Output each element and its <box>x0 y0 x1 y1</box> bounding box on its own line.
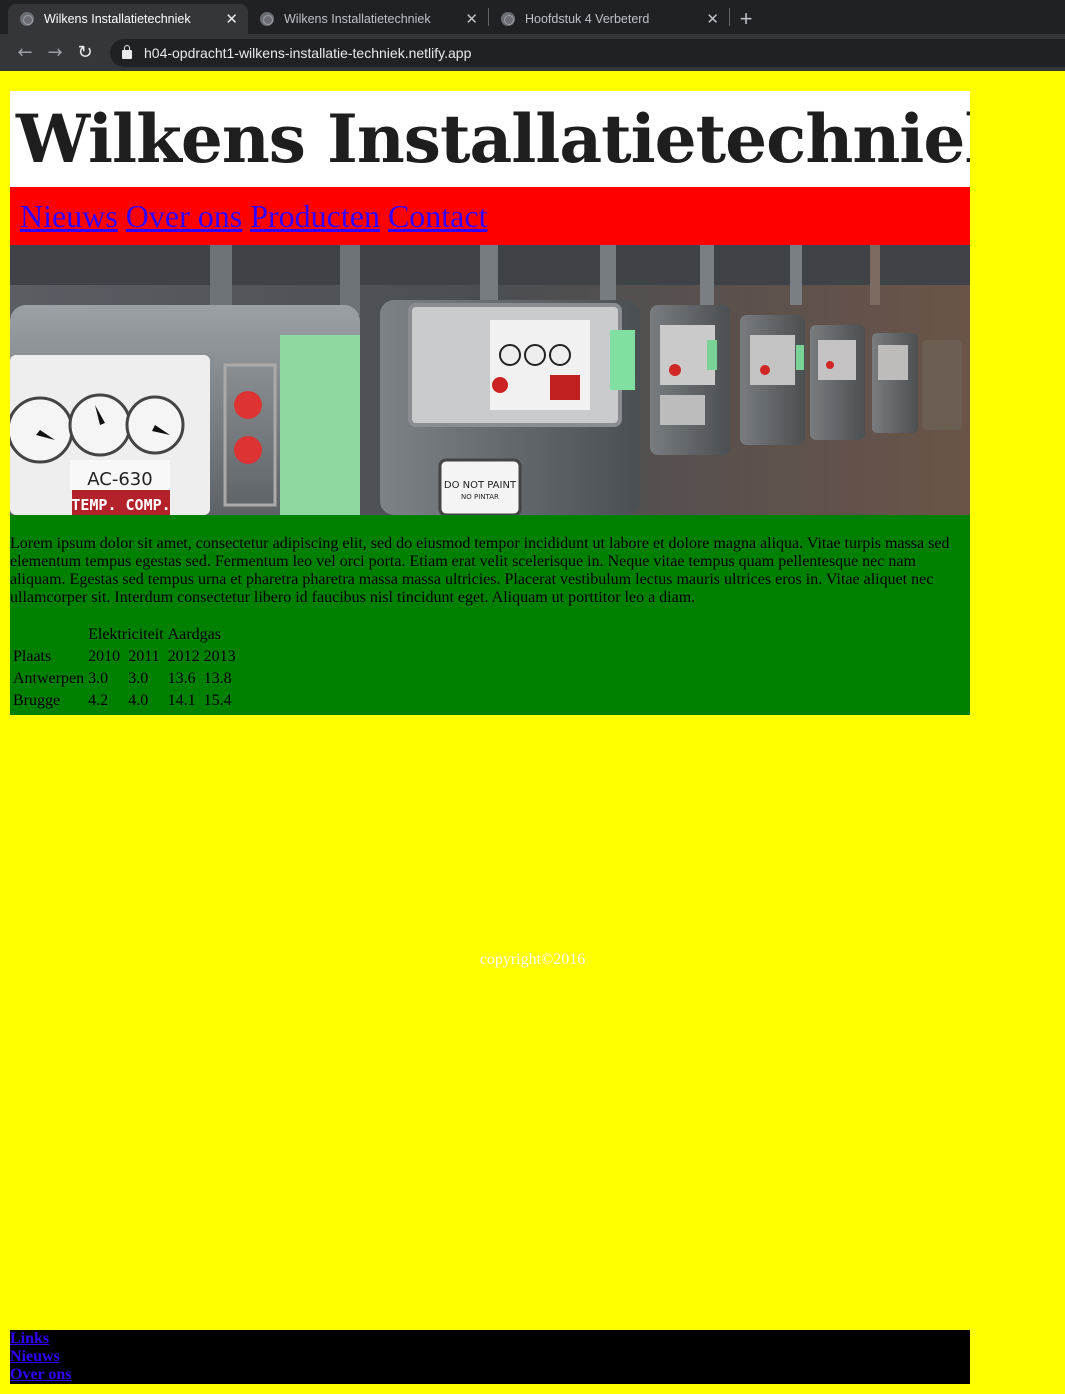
table-header: 2013 <box>203 648 236 665</box>
table-cell: 4.2 <box>88 692 109 709</box>
globe-icon <box>260 12 274 26</box>
table-cell: Antwerpen <box>13 670 85 687</box>
tab-title: Wilkens Installatietechniek <box>44 12 191 26</box>
forward-arrow-icon[interactable]: → <box>40 38 70 68</box>
lock-icon <box>122 45 132 59</box>
globe-icon <box>20 12 34 26</box>
table-cell: 3.0 <box>128 670 149 687</box>
table-group-header: Aardgas <box>167 626 221 643</box>
main-content: Lorem ipsum dolor sit amet, consectetur … <box>10 515 970 715</box>
table-cell: 13.6 <box>167 670 196 687</box>
browser-tab[interactable]: Wilkens Installatietechniek ✕ <box>248 4 488 34</box>
main-nav: Nieuws Over ons Producten Contact <box>10 187 970 245</box>
table-row: Brugge 4.2 4.0 14.1 15.4 <box>12 691 237 711</box>
site-logo: Wilkens Installatietechniek <box>16 100 970 178</box>
footer: Links Nieuws Over ons <box>10 1330 970 1384</box>
close-icon[interactable]: ✕ <box>225 10 238 28</box>
energy-table: Elektriciteit Aardgas Plaats 2010 2011 2… <box>10 623 239 713</box>
browser-toolbar: ← → ↻ h04-opdracht1-wilkens-installatie-… <box>0 34 1065 71</box>
table-cell: 3.0 <box>88 670 109 687</box>
reload-icon[interactable]: ↻ <box>70 38 100 68</box>
nav-link-nieuws[interactable]: Nieuws <box>20 198 118 235</box>
browser-tab-bar: Wilkens Installatietechniek ✕ Wilkens In… <box>0 0 1065 34</box>
intro-paragraph: Lorem ipsum dolor sit amet, consectetur … <box>10 535 950 606</box>
table-cell: 15.4 <box>203 692 232 709</box>
hero-label: AC-630 <box>87 469 152 490</box>
url-text: h04-opdracht1-wilkens-installatie-techni… <box>144 44 472 61</box>
hero-label: TEMP. COMP. <box>71 496 170 514</box>
hero-label: DO NOT PAINT <box>444 480 517 491</box>
close-icon[interactable]: ✕ <box>706 10 719 28</box>
table-cell <box>12 625 85 645</box>
close-icon[interactable]: ✕ <box>465 10 478 28</box>
table-header: 2010 <box>88 648 121 665</box>
table-cell: 13.8 <box>203 670 232 687</box>
back-arrow-icon[interactable]: ← <box>10 38 40 68</box>
nav-link-over-ons[interactable]: Over ons <box>126 198 242 235</box>
table-header: 2012 <box>167 648 200 665</box>
table-header: 2011 <box>128 648 160 665</box>
hero-image-gas-meters: DO NOT PAINT NO PINTAR AC-630 TEMP. COMP… <box>10 245 970 515</box>
footer-link-nieuws[interactable]: Nieuws <box>10 1348 970 1366</box>
address-bar[interactable]: h04-opdracht1-wilkens-installatie-techni… <box>110 38 1065 67</box>
table-row: Plaats 2010 2011 2012 2013 <box>12 647 237 667</box>
footer-link-over-ons[interactable]: Over ons <box>10 1366 970 1384</box>
copyright-text: copyright©2016 <box>479 951 586 968</box>
table-row: Elektriciteit Aardgas <box>12 625 237 645</box>
browser-tab[interactable]: Hoofdstuk 4 Verbeterd ✕ <box>489 4 729 34</box>
tab-title: Wilkens Installatietechniek <box>284 12 431 26</box>
new-tab-plus-icon[interactable]: + <box>730 4 762 34</box>
tab-title: Hoofdstuk 4 Verbeterd <box>525 12 650 26</box>
footer-link-links[interactable]: Links <box>10 1330 970 1348</box>
globe-icon <box>501 12 515 26</box>
hero-label: NO PINTAR <box>461 493 499 501</box>
table-row: Antwerpen 3.0 3.0 13.6 13.8 <box>12 669 237 689</box>
table-cell: 4.0 <box>128 692 149 709</box>
page: Wilkens Installatietechniek Nieuws Over … <box>0 71 1065 1394</box>
table-header: Plaats <box>13 648 52 665</box>
nav-link-producten[interactable]: Producten <box>250 198 380 235</box>
table-group-header: Elektriciteit <box>88 626 164 643</box>
logo-banner: Wilkens Installatietechniek <box>10 91 970 187</box>
table-cell: 14.1 <box>167 692 196 709</box>
nav-link-contact[interactable]: Contact <box>388 198 488 235</box>
browser-tab[interactable]: Wilkens Installatietechniek ✕ <box>8 4 248 34</box>
table-cell: Brugge <box>13 692 61 709</box>
site-container: Wilkens Installatietechniek Nieuws Over … <box>10 91 970 715</box>
